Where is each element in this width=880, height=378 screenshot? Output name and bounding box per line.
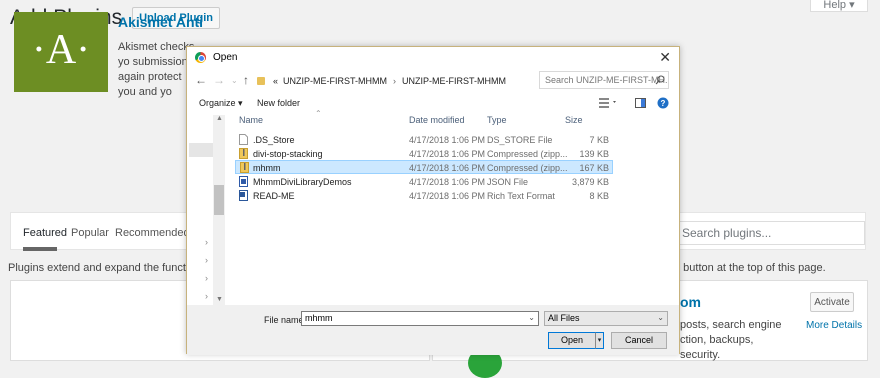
- file-type-select[interactable]: All Files ⌄: [544, 311, 668, 326]
- address-row: ← → ⌄ ↑ « UNZIP-ME-FIRST-MHMM › UNZIP-ME…: [187, 69, 679, 93]
- chevron-down-icon[interactable]: ⌄: [528, 313, 535, 322]
- open-button[interactable]: Open: [548, 332, 596, 349]
- chevron-right-icon[interactable]: ›: [205, 255, 208, 265]
- activate-button[interactable]: Activate: [810, 292, 854, 312]
- breadcrumb-item[interactable]: UNZIP-ME-FIRST-MHMM: [402, 76, 506, 86]
- preview-pane-icon[interactable]: [635, 97, 647, 109]
- cancel-button[interactable]: Cancel: [611, 332, 667, 349]
- json-file-icon: [239, 176, 248, 187]
- column-header-size[interactable]: Size: [565, 115, 583, 131]
- help-tab[interactable]: Help ▾: [810, 0, 868, 12]
- plugin-title-right[interactable]: om: [680, 294, 701, 310]
- file-size: 7 KB: [589, 135, 609, 145]
- file-name: mhmm: [253, 163, 281, 173]
- open-dropdown-arrow-icon[interactable]: ▾: [595, 332, 604, 349]
- file-row[interactable]: .DS_Store 4/17/2018 1:06 PM DS_STORE Fil…: [235, 133, 613, 147]
- file-name-label: File name:: [264, 315, 307, 325]
- plugins-description-tail: e button at the top of this page.: [674, 262, 826, 274]
- file-row[interactable]: divi-stop-stacking 4/17/2018 1:06 PM Com…: [235, 147, 613, 161]
- up-arrow-icon[interactable]: ↑: [243, 73, 249, 87]
- chevron-down-icon[interactable]: ⌄: [657, 313, 664, 322]
- sort-indicator-icon: ⌃: [315, 109, 322, 118]
- file-name-input[interactable]: mhmm ⌄: [301, 311, 539, 326]
- search-icon: [655, 75, 665, 85]
- file-size: 3,879 KB: [571, 177, 609, 187]
- breadcrumb-overflow[interactable]: «: [273, 76, 278, 86]
- chevron-right-icon: ›: [393, 76, 396, 86]
- search-plugins-input[interactable]: Search plugins...: [673, 221, 865, 245]
- scrollbar-thumb[interactable]: [214, 185, 224, 215]
- folder-icon: [257, 77, 265, 85]
- nav-pane-selected[interactable]: [189, 143, 213, 157]
- svg-text:?: ?: [661, 99, 666, 108]
- folder-search-placeholder: Search UNZIP-ME-FIRST-MH...: [545, 75, 669, 85]
- tab-featured[interactable]: Featured: [23, 227, 67, 239]
- close-icon[interactable]: ✕: [659, 49, 671, 66]
- file-date: 4/17/2018 1:06 PM: [409, 177, 486, 187]
- file-name: .DS_Store: [253, 135, 295, 145]
- file-size: 139 KB: [579, 149, 609, 159]
- dialog-footer: File name: mhmm ⌄ All Files ⌄ Open ▾ Can…: [187, 305, 679, 355]
- plugin-title-akismet[interactable]: Akismet Anti: [118, 14, 203, 30]
- navigation-pane: › › › › ▲ ▼: [189, 115, 227, 305]
- file-list: ⌃ Name Date modified Type Size .DS_Store…: [231, 109, 679, 305]
- tab-recommended[interactable]: Recommended: [115, 227, 190, 239]
- organize-menu[interactable]: Organize ▾: [199, 98, 243, 109]
- recent-chevron-icon[interactable]: ⌄: [231, 76, 238, 85]
- folder-search-input[interactable]: Search UNZIP-ME-FIRST-MH...: [539, 71, 669, 89]
- new-folder-button[interactable]: New folder: [257, 98, 300, 108]
- file-row[interactable]: READ-ME 4/17/2018 1:06 PM Rich Text Form…: [235, 189, 613, 203]
- chrome-icon: [195, 52, 206, 63]
- file-type: Compressed (zipp...: [487, 163, 568, 173]
- file-name: READ-ME: [253, 191, 295, 201]
- file-type: Compressed (zipp...: [487, 149, 568, 159]
- chevron-right-icon[interactable]: ›: [205, 291, 208, 301]
- nav-scrollbar[interactable]: ▲ ▼: [213, 115, 225, 305]
- command-bar: Organize ▾ New folder ?: [187, 93, 679, 115]
- tab-popular[interactable]: Popular: [71, 227, 109, 239]
- chevron-right-icon[interactable]: ›: [205, 237, 208, 247]
- open-file-dialog: Open ✕ ← → ⌄ ↑ « UNZIP-ME-FIRST-MHMM › U…: [186, 46, 680, 355]
- dialog-title: Open: [213, 52, 238, 63]
- file-size: 8 KB: [589, 191, 609, 201]
- file-size: 167 KB: [579, 163, 609, 173]
- dialog-titlebar[interactable]: Open ✕: [187, 47, 679, 69]
- breadcrumb-item[interactable]: UNZIP-ME-FIRST-MHMM: [283, 76, 387, 86]
- blank-file-icon: [239, 134, 248, 145]
- column-header-date[interactable]: Date modified: [409, 115, 465, 131]
- file-date: 4/17/2018 1:06 PM: [409, 163, 486, 173]
- chevron-right-icon[interactable]: ›: [205, 273, 208, 283]
- file-date: 4/17/2018 1:06 PM: [409, 135, 486, 145]
- scroll-up-icon[interactable]: ▲: [216, 115, 223, 122]
- file-date: 4/17/2018 1:06 PM: [409, 149, 486, 159]
- file-name-value: mhmm: [305, 313, 333, 323]
- scroll-down-icon[interactable]: ▼: [216, 296, 223, 303]
- more-details-link[interactable]: More Details: [806, 320, 862, 331]
- view-options-icon[interactable]: [599, 97, 619, 109]
- help-icon[interactable]: ?: [657, 97, 669, 109]
- zip-folder-icon: [239, 148, 248, 159]
- file-type: Rich Text Format: [487, 191, 555, 201]
- file-type: DS_STORE File: [487, 135, 553, 145]
- file-row[interactable]: MhmmDiviLibraryDemos 4/17/2018 1:06 PM J…: [235, 175, 613, 189]
- zip-folder-icon: [240, 162, 249, 173]
- back-arrow-icon[interactable]: ←: [195, 73, 207, 87]
- file-name: divi-stop-stacking: [253, 149, 323, 159]
- file-date: 4/17/2018 1:06 PM: [409, 191, 486, 201]
- file-name: MhmmDiviLibraryDemos: [253, 177, 352, 187]
- breadcrumb[interactable]: « UNZIP-ME-FIRST-MHMM › UNZIP-ME-FIRST-M…: [257, 71, 533, 91]
- forward-arrow-icon[interactable]: →: [213, 73, 225, 87]
- akismet-logo[interactable]: ·A·: [14, 12, 108, 92]
- file-row-selected[interactable]: mhmm 4/17/2018 1:06 PM Compressed (zipp.…: [235, 160, 613, 174]
- column-header-type[interactable]: Type: [487, 115, 507, 131]
- plugin-description-right: posts, search engine ction, backups, sec…: [680, 319, 782, 361]
- file-type-value: All Files: [548, 313, 580, 323]
- help-tab-label: Help: [823, 0, 847, 11]
- rtf-file-icon: [239, 190, 248, 201]
- column-header-name[interactable]: Name: [239, 115, 263, 131]
- file-type: JSON File: [487, 177, 529, 187]
- active-tab-indicator: [23, 247, 57, 251]
